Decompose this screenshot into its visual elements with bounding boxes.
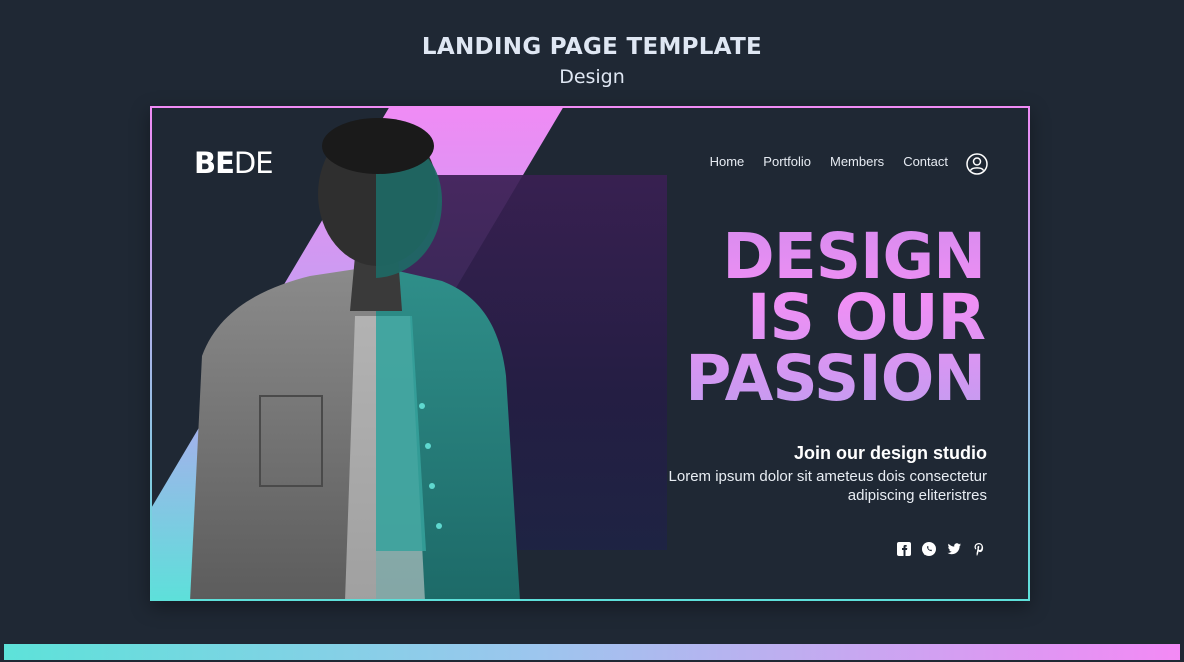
brand-logo[interactable]: BEDE bbox=[194, 146, 274, 180]
nav-contact[interactable]: Contact bbox=[903, 154, 948, 169]
page-subtitle: Design bbox=[559, 66, 625, 88]
headline-line-2: IS OUR bbox=[747, 281, 985, 354]
hero-headline: DESIGN IS OUR PASSION bbox=[685, 226, 985, 409]
headline-line-3: PASSION bbox=[685, 342, 985, 415]
hero-description: Lorem ipsum dolor sit ameteus dois conse… bbox=[668, 468, 987, 504]
whatsapp-icon[interactable] bbox=[921, 541, 937, 557]
logo-light-text: DE bbox=[233, 146, 274, 180]
page-title: LANDING PAGE TEMPLATE bbox=[421, 34, 763, 60]
social-links bbox=[896, 541, 987, 557]
twitter-icon[interactable] bbox=[946, 541, 962, 557]
main-nav: Home Portfolio Members Contact bbox=[710, 154, 948, 169]
bottom-gradient-bar bbox=[4, 644, 1180, 660]
landing-card: BEDE Home Portfolio Members Contact DESI… bbox=[150, 106, 1030, 601]
headline-line-1: DESIGN bbox=[722, 220, 985, 293]
nav-portfolio[interactable]: Portfolio bbox=[763, 154, 811, 169]
user-icon[interactable] bbox=[966, 153, 988, 175]
facebook-icon[interactable] bbox=[896, 541, 912, 557]
nav-home[interactable]: Home bbox=[710, 154, 745, 169]
join-title: Join our design studio bbox=[794, 443, 987, 463]
logo-bold-text: BE bbox=[194, 146, 235, 180]
nav-members[interactable]: Members bbox=[830, 154, 884, 169]
pinterest-icon[interactable] bbox=[971, 541, 987, 557]
